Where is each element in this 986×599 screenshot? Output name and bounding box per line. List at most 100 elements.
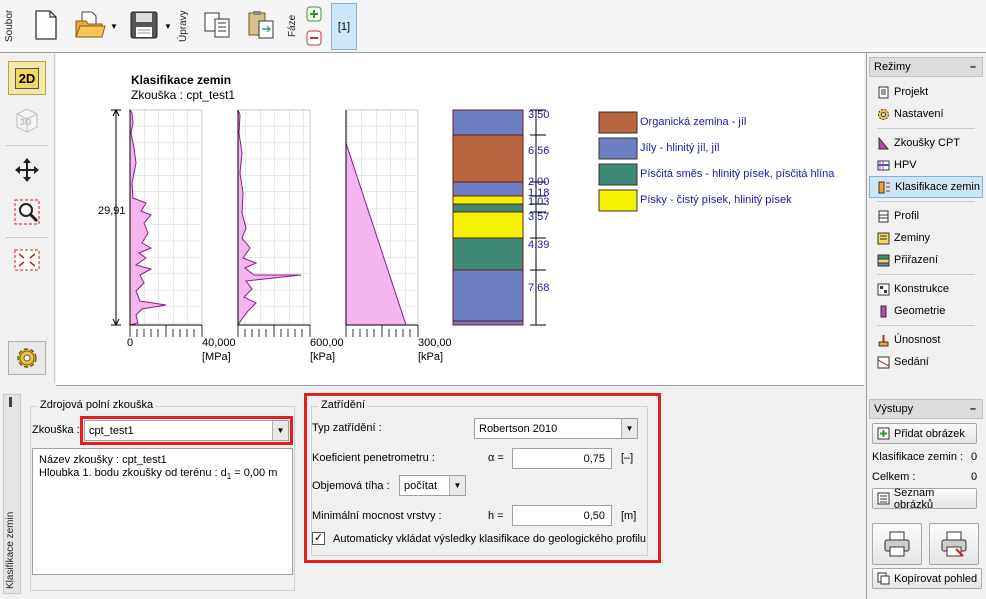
zoom-button[interactable] xyxy=(8,195,46,229)
classification-type-select[interactable]: Robertson 2010 ▼ xyxy=(474,418,638,439)
copy-documents-icon xyxy=(204,12,230,38)
save-dropdown-icon[interactable]: ▼ xyxy=(164,22,172,31)
copy-view-icon xyxy=(877,572,890,585)
mode-2d-button[interactable]: 2D xyxy=(8,61,46,95)
cube-3d-icon: 3D xyxy=(16,108,38,133)
image-list-button[interactable]: Seznam obrázků xyxy=(872,486,977,511)
mode-label: Nastavení xyxy=(894,108,944,120)
mode-item-settings[interactable]: Nastavení xyxy=(869,103,983,125)
mode-item-bearing-capacity[interactable]: Únosnost xyxy=(869,329,983,351)
test-label: Zkouška : xyxy=(32,424,80,436)
classification-type-label: Typ zatřídění : xyxy=(312,422,382,434)
paste-data-button[interactable] xyxy=(242,5,282,45)
mode-item-settlement[interactable]: Sedání xyxy=(869,351,983,373)
layer-thickness-label: 7,68 xyxy=(528,282,550,294)
legend-swatch-organic xyxy=(598,111,638,134)
mode-label: Projekt xyxy=(894,86,929,98)
mode-item-cpt-tests[interactable]: Zkoušky CPT xyxy=(869,132,983,154)
minimize-icon[interactable]: – xyxy=(970,61,976,73)
auto-insert-label: Automaticky vkládat výsledky klasifikace… xyxy=(333,533,647,545)
layer-thickness-label: 3,50 xyxy=(528,109,550,121)
legend-swatch-sand xyxy=(598,189,638,212)
count-value-classification: 0 xyxy=(971,451,978,463)
drawing-canvas[interactable]: Klasifikace zemin Zkouška : cpt_test1 29… xyxy=(56,53,864,386)
axis3-end-label: 300,00 xyxy=(418,337,452,349)
min-layer-thickness-input[interactable]: 0,50 xyxy=(512,505,612,526)
image-list-label: Seznam obrázků xyxy=(893,486,935,511)
add-image-label: Přidat obrázek xyxy=(894,427,965,440)
mode-item-assignment[interactable]: Přiřazení xyxy=(869,249,983,271)
add-image-icon xyxy=(877,427,890,440)
mode-item-project[interactable]: Projekt xyxy=(869,81,983,103)
cpt-diagrams xyxy=(111,108,638,337)
mode-label: Zeminy xyxy=(894,232,931,244)
right-panel: Režimy – Projekt Nastavení Zkoušky CPT H… xyxy=(866,53,986,599)
add-image-button[interactable]: Přidat obrázek xyxy=(872,423,977,444)
settings-gear-icon xyxy=(878,108,889,120)
frame-side-label: Klasifikace zemin xyxy=(5,511,16,589)
count-label-classification: Klasifikace zemin : xyxy=(872,451,964,463)
source-test-group-title: Zdrojová polní zkouška xyxy=(37,399,157,411)
highlight-box-test xyxy=(80,416,293,445)
open-dropdown-icon[interactable]: ▼ xyxy=(110,22,118,31)
zoom-magnifier-icon xyxy=(14,199,40,225)
stage-1-tab[interactable]: [1] xyxy=(331,3,357,50)
auto-insert-checkbox[interactable]: ✓ xyxy=(312,532,325,545)
mode-2d-label: 2D xyxy=(14,67,40,89)
profile-icon xyxy=(878,210,889,222)
mode-label: Sedání xyxy=(894,356,929,368)
printer-icon xyxy=(884,531,910,557)
h-symbol: h = xyxy=(488,510,504,522)
mode-item-soil-classification[interactable]: Klasifikace zemin xyxy=(869,176,983,198)
soil-profile-column xyxy=(452,109,524,326)
mode-item-water-table[interactable]: HPV xyxy=(869,154,983,176)
axis2-unit-label: [kPa] xyxy=(310,351,336,363)
floppy-disk-icon xyxy=(130,11,158,39)
fs-plot xyxy=(237,109,311,337)
legend-label-sand: Písky - čistý písek, hlinitý písek xyxy=(640,194,792,206)
unit-weight-select[interactable]: počítat ▼ xyxy=(399,475,466,496)
minimize-icon[interactable]: – xyxy=(970,403,976,415)
frame-side-tab: Klasifikace zemin xyxy=(3,394,21,594)
pin-icon[interactable] xyxy=(9,397,12,407)
mode-label: Únosnost xyxy=(894,334,941,346)
print-preview-icon xyxy=(941,531,967,557)
count-value-total: 0 xyxy=(971,471,978,483)
mode-item-construction[interactable]: Konstrukce xyxy=(869,278,983,300)
mode-label: Profil xyxy=(894,210,920,222)
classification-type-value: Robertson 2010 xyxy=(479,422,558,435)
save-button[interactable] xyxy=(126,5,162,45)
remove-stage-button[interactable] xyxy=(306,30,322,46)
file-section-label: Soubor xyxy=(4,9,15,43)
layer-thickness-label: 6,56 xyxy=(528,145,550,157)
open-file-button[interactable] xyxy=(72,5,108,45)
mode-item-soils[interactable]: Zeminy xyxy=(869,227,983,249)
mode-label: Přiřazení xyxy=(894,254,939,266)
document-icon xyxy=(878,86,889,98)
copy-view-button[interactable]: Kopírovat pohled xyxy=(872,568,982,589)
new-file-button[interactable] xyxy=(30,5,62,45)
mode-label: Zkoušky CPT xyxy=(894,137,961,149)
print-button[interactable] xyxy=(872,523,922,565)
layer-thickness-label: 4,39 xyxy=(528,239,550,251)
pan-button[interactable] xyxy=(8,153,46,187)
penetrometer-unit: [–] xyxy=(621,452,634,464)
penetrometer-coefficient-label: Koeficient penetrometru : xyxy=(312,452,435,464)
add-stage-button[interactable] xyxy=(306,6,322,22)
legend-label-organic: Organická zemina - jíl xyxy=(640,116,747,128)
print-preview-button[interactable] xyxy=(929,523,979,565)
zoom-to-fit-button[interactable] xyxy=(8,243,46,277)
penetrometer-coefficient-input[interactable]: 0,75 xyxy=(512,448,612,469)
mode-item-geometry[interactable]: Geometrie xyxy=(869,300,983,322)
test-name-info: Název zkoušky : cpt_test1 xyxy=(39,454,167,466)
mode-3d-button[interactable]: 3D xyxy=(8,103,46,137)
min-layer-thickness-label: Minimální mocnost vrstvy : xyxy=(312,510,442,522)
unit-weight-value: počítat xyxy=(404,479,438,492)
copy-data-button[interactable] xyxy=(198,5,238,45)
tools-divider xyxy=(6,145,48,146)
mode-label: HPV xyxy=(894,159,917,171)
mode-item-profile[interactable]: Profil xyxy=(869,205,983,227)
minus-circle-icon xyxy=(306,30,322,46)
settings-button[interactable] xyxy=(8,341,46,375)
unit-weight-label: Objemová tíha : xyxy=(312,480,390,492)
